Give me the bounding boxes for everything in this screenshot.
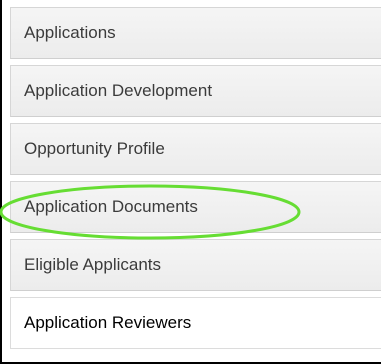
navigation-panel: Applications Application Development Opp… <box>0 0 381 364</box>
nav-item-label: Application Reviewers <box>24 313 192 332</box>
nav-item-label: Application Documents <box>24 197 198 216</box>
nav-list: Applications Application Development Opp… <box>10 7 381 355</box>
nav-item-application-documents[interactable]: Application Documents <box>10 181 381 233</box>
nav-item-label: Application Development <box>24 81 213 100</box>
nav-item-label: Opportunity Profile <box>24 139 165 158</box>
nav-item-label: Applications <box>24 23 116 42</box>
nav-item-application-development[interactable]: Application Development <box>10 65 381 117</box>
nav-item-opportunity-profile[interactable]: Opportunity Profile <box>10 123 381 175</box>
nav-item-applications[interactable]: Applications <box>10 7 381 59</box>
nav-item-application-reviewers[interactable]: Application Reviewers <box>10 297 381 349</box>
nav-item-label: Eligible Applicants <box>24 255 162 274</box>
nav-item-eligible-applicants[interactable]: Eligible Applicants <box>10 239 381 291</box>
